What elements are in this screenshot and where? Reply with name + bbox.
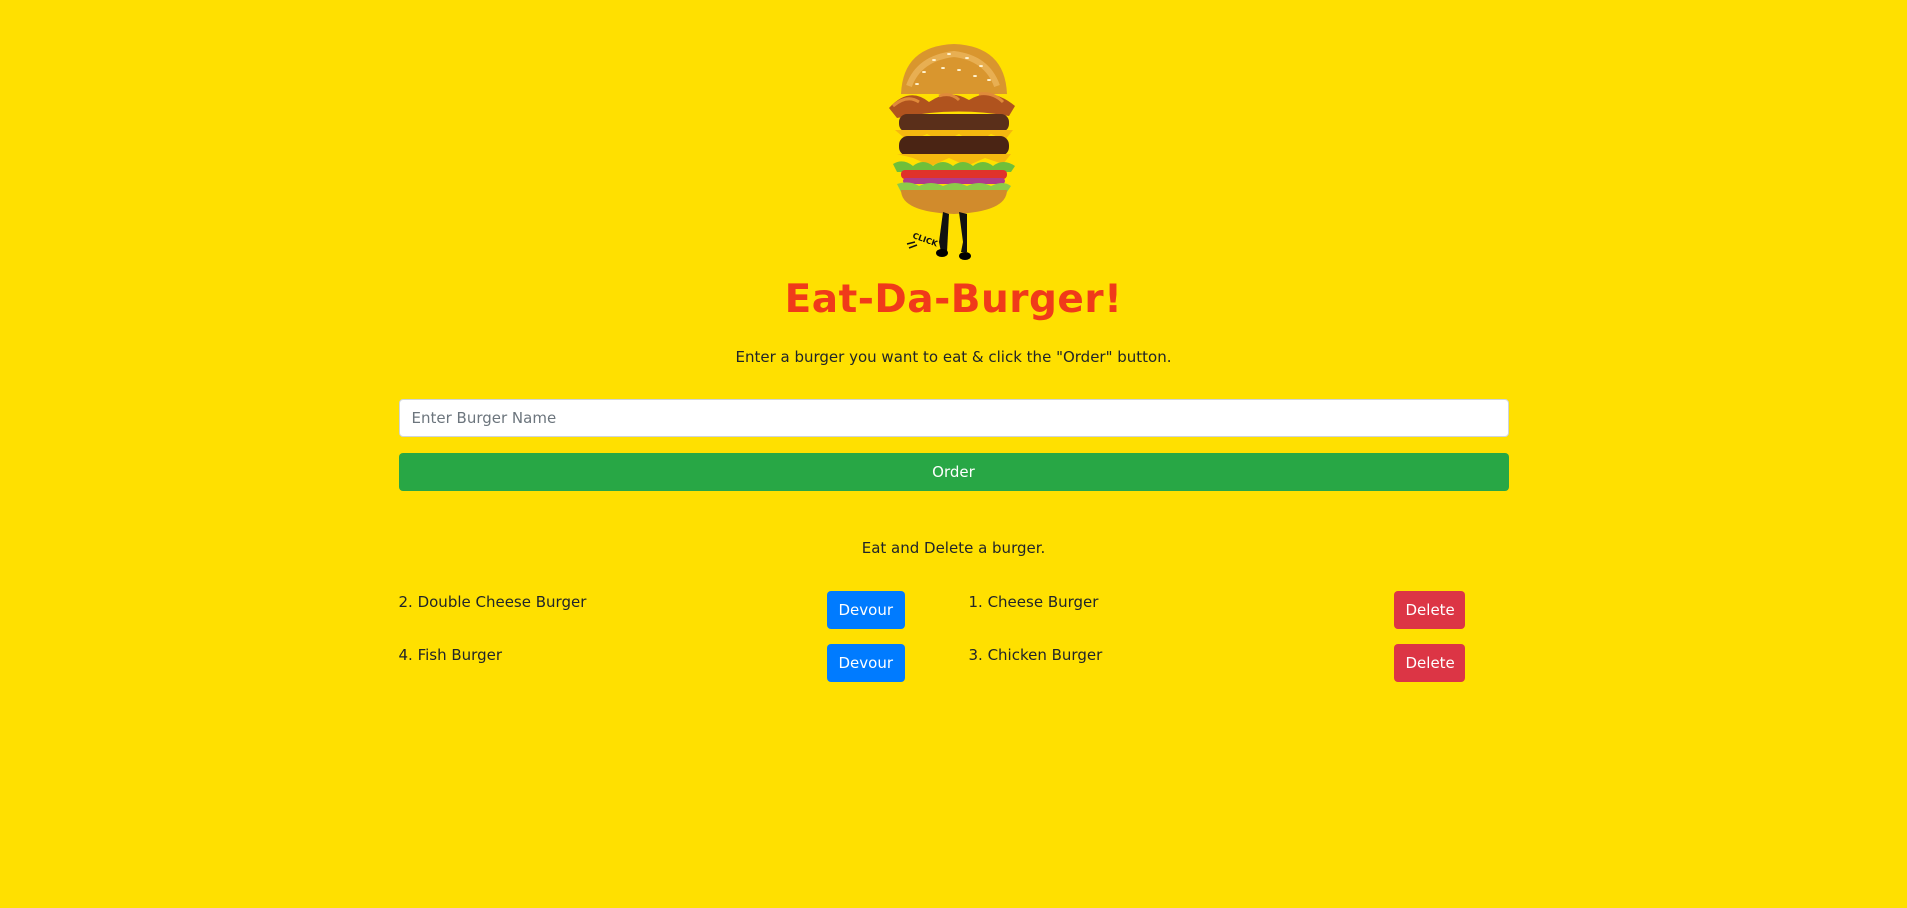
page-title: Eat-Da-Burger! xyxy=(784,277,1123,322)
burger-label: 4. Fish Burger xyxy=(398,646,503,664)
devour-button[interactable]: Devour xyxy=(826,591,905,629)
burger-label: 2. Double Cheese Burger xyxy=(398,593,587,611)
list-item: 4. Fish Burger Devour xyxy=(398,644,905,697)
order-instructions: Enter a burger you want to eat & click t… xyxy=(735,348,1172,366)
delete-button[interactable]: Delete xyxy=(1393,591,1465,629)
devoured-list: 1. Cheese Burger Delete 3. Chicken Burge… xyxy=(969,591,1474,697)
list-item: 2. Double Cheese Burger Devour xyxy=(398,591,905,644)
list-instructions: Eat and Delete a burger. xyxy=(861,539,1046,557)
devour-button[interactable]: Devour xyxy=(826,644,905,682)
list-item: 1. Cheese Burger Delete xyxy=(969,591,1474,644)
to-devour-list: 2. Double Cheese Burger Devour 4. Fish B… xyxy=(398,591,905,697)
burger-label: 1. Cheese Burger xyxy=(968,593,1099,611)
page-container: CLICK Eat-Da-Burger! Enter a burger you … xyxy=(398,0,1509,908)
list-item: 3. Chicken Burger Delete xyxy=(969,644,1474,697)
order-button[interactable]: Order xyxy=(398,453,1509,491)
delete-button[interactable]: Delete xyxy=(1393,644,1465,682)
burger-name-input[interactable] xyxy=(398,399,1509,437)
walking-burger-icon: CLICK xyxy=(879,36,1029,264)
burger-label: 3. Chicken Burger xyxy=(968,646,1103,664)
